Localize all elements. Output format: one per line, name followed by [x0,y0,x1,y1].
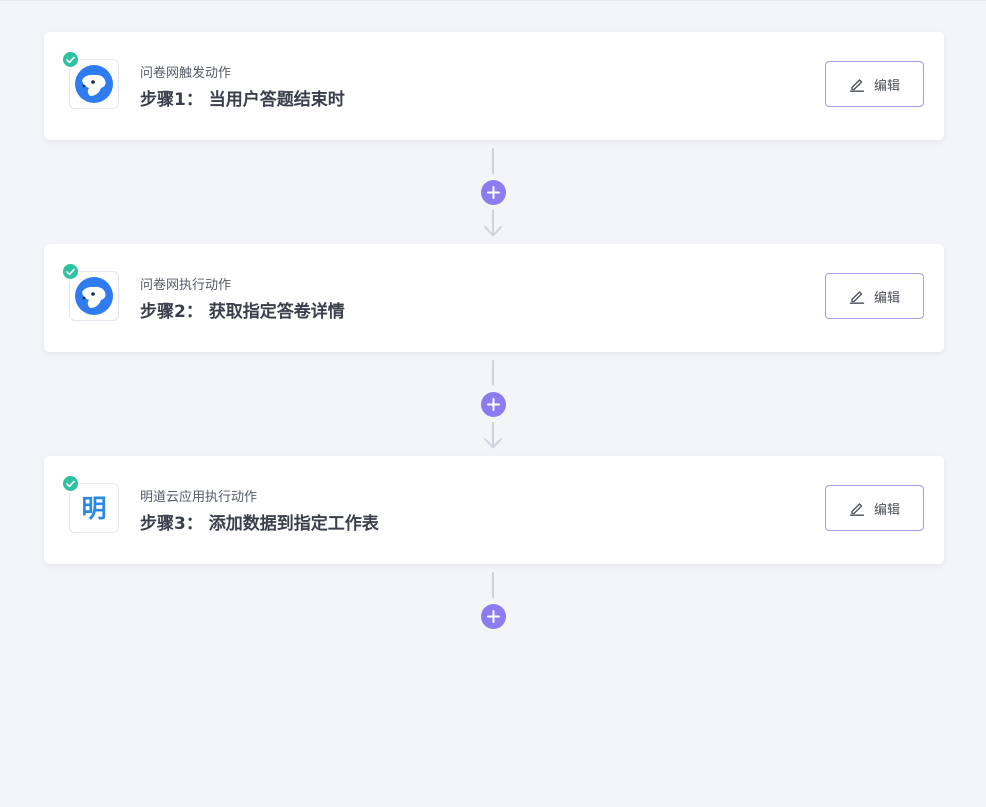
step-title: 步骤3： 添加数据到指定工作表 [140,514,379,534]
step-subtitle: 明道云应用执行动作 [140,490,258,505]
step-card-3[interactable]: 明 明道云应用执行动作 步骤3： 添加数据到指定工作表 编辑 [44,456,944,564]
step-complete-check-icon [61,474,80,493]
connector-line [492,360,494,386]
plus-icon [487,398,500,411]
step-card-2[interactable]: 问卷网执行动作 步骤2： 获取指定答卷详情 编辑 [44,244,944,352]
connector-line [492,148,494,174]
step-connector-3 [478,572,508,634]
pencil-icon [849,291,865,304]
step-complete-check-icon [61,262,80,281]
edit-button-label: 编辑 [873,78,900,94]
mingdao-icon-glyph: 明 [81,493,107,523]
step-subtitle: 问卷网执行动作 [140,278,232,293]
step-connector-2 [478,360,508,452]
pencil-icon [849,79,865,92]
plus-icon [487,186,500,199]
edit-button[interactable]: 编辑 [825,273,924,319]
flow-editor-page: 问卷网触发动作 步骤1： 当用户答题结束时 编辑 问卷网执行动作 步骤2： 获取… [0,0,986,807]
step-card-1[interactable]: 问卷网触发动作 步骤1： 当用户答题结束时 编辑 [44,32,944,140]
step-complete-check-icon [61,50,80,69]
add-step-button[interactable] [481,180,506,205]
edit-button-label: 编辑 [873,502,900,518]
plus-icon [487,610,500,623]
edit-button[interactable]: 编辑 [825,485,924,531]
step-subtitle: 问卷网触发动作 [140,66,232,81]
add-step-button[interactable] [481,392,506,417]
step-title: 步骤1： 当用户答题结束时 [140,90,345,110]
pencil-icon [849,503,865,516]
edit-button-label: 编辑 [873,290,900,306]
connector-line [492,572,494,598]
arrow-down-icon [484,210,502,237]
step-connector-1 [478,148,508,240]
arrow-down-icon [484,422,502,449]
edit-button[interactable]: 编辑 [825,61,924,107]
step-title: 步骤2： 获取指定答卷详情 [140,302,345,322]
add-step-button[interactable] [481,604,506,629]
